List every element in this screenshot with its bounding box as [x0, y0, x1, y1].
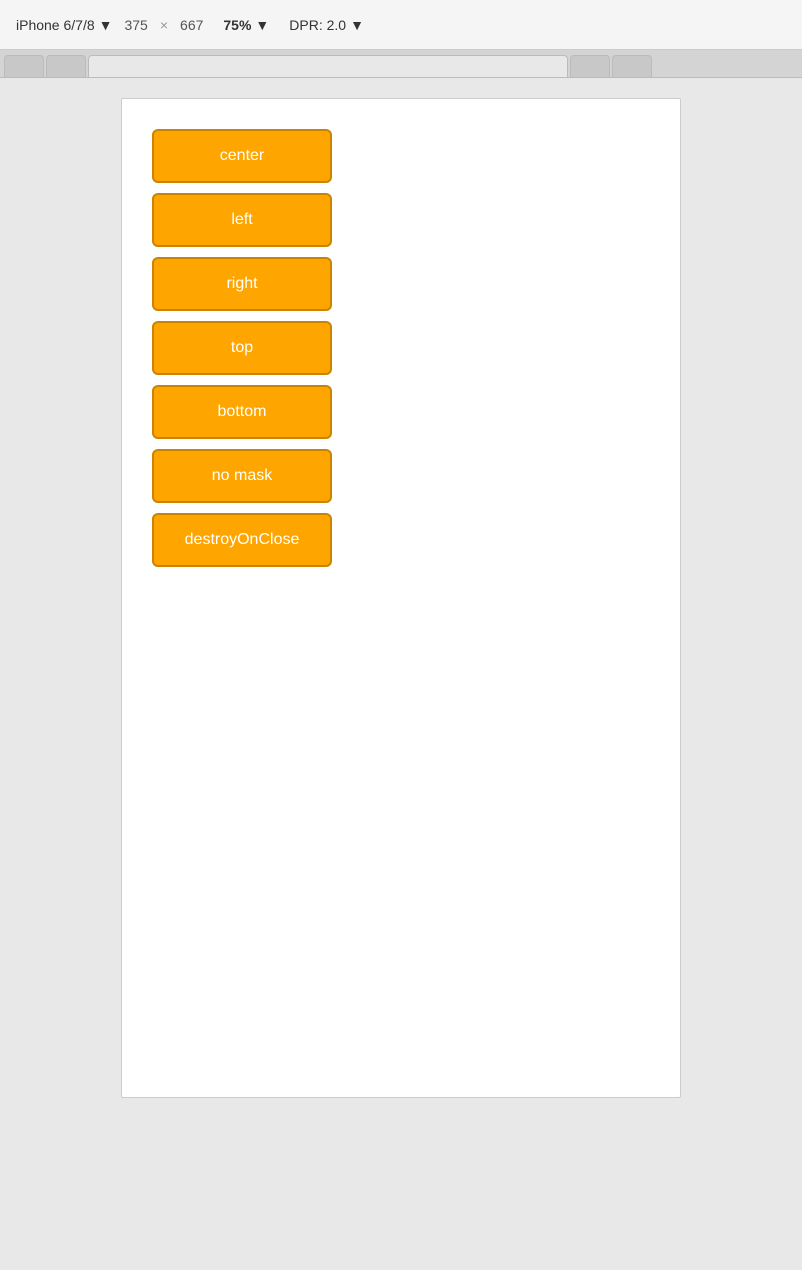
tab-item[interactable]: [570, 55, 610, 77]
dpr-dropdown-arrow: ▼: [350, 17, 364, 33]
toolbar-x-separator: ×: [160, 17, 168, 33]
zoom-label: 75%: [223, 17, 251, 33]
btn-left[interactable]: left: [152, 193, 332, 247]
tab-item-active[interactable]: [88, 55, 568, 77]
btn-destroy-on-close[interactable]: destroyOnClose: [152, 513, 332, 567]
toolbar-height: 667: [180, 17, 203, 33]
zoom-dropdown-arrow: ▼: [255, 17, 269, 33]
content-area: center left right top bottom no mask destroyOn…: [0, 78, 802, 1118]
btn-right[interactable]: right: [152, 257, 332, 311]
tab-item[interactable]: [612, 55, 652, 77]
zoom-selector[interactable]: 75% ▼: [223, 17, 269, 33]
btn-center[interactable]: center: [152, 129, 332, 183]
tab-item[interactable]: [4, 55, 44, 77]
toolbar-width: 375: [124, 17, 147, 33]
device-label: iPhone 6/7/8: [16, 17, 95, 33]
device-dropdown-arrow: ▼: [99, 17, 113, 33]
tab-item[interactable]: [46, 55, 86, 77]
btn-bottom[interactable]: bottom: [152, 385, 332, 439]
btn-no-mask[interactable]: no mask: [152, 449, 332, 503]
tabs-bar: [0, 50, 802, 78]
dpr-selector[interactable]: DPR: 2.0 ▼: [289, 17, 364, 33]
phone-frame: center left right top bottom no mask destroyOn…: [121, 98, 681, 1098]
dpr-label: DPR: 2.0: [289, 17, 346, 33]
toolbar: iPhone 6/7/8 ▼ 375 × 667 75% ▼ DPR: 2.0 …: [0, 0, 802, 50]
device-selector[interactable]: iPhone 6/7/8 ▼: [16, 17, 112, 33]
btn-top[interactable]: top: [152, 321, 332, 375]
buttons-container: center left right top bottom no mask destroyOn…: [142, 119, 660, 577]
